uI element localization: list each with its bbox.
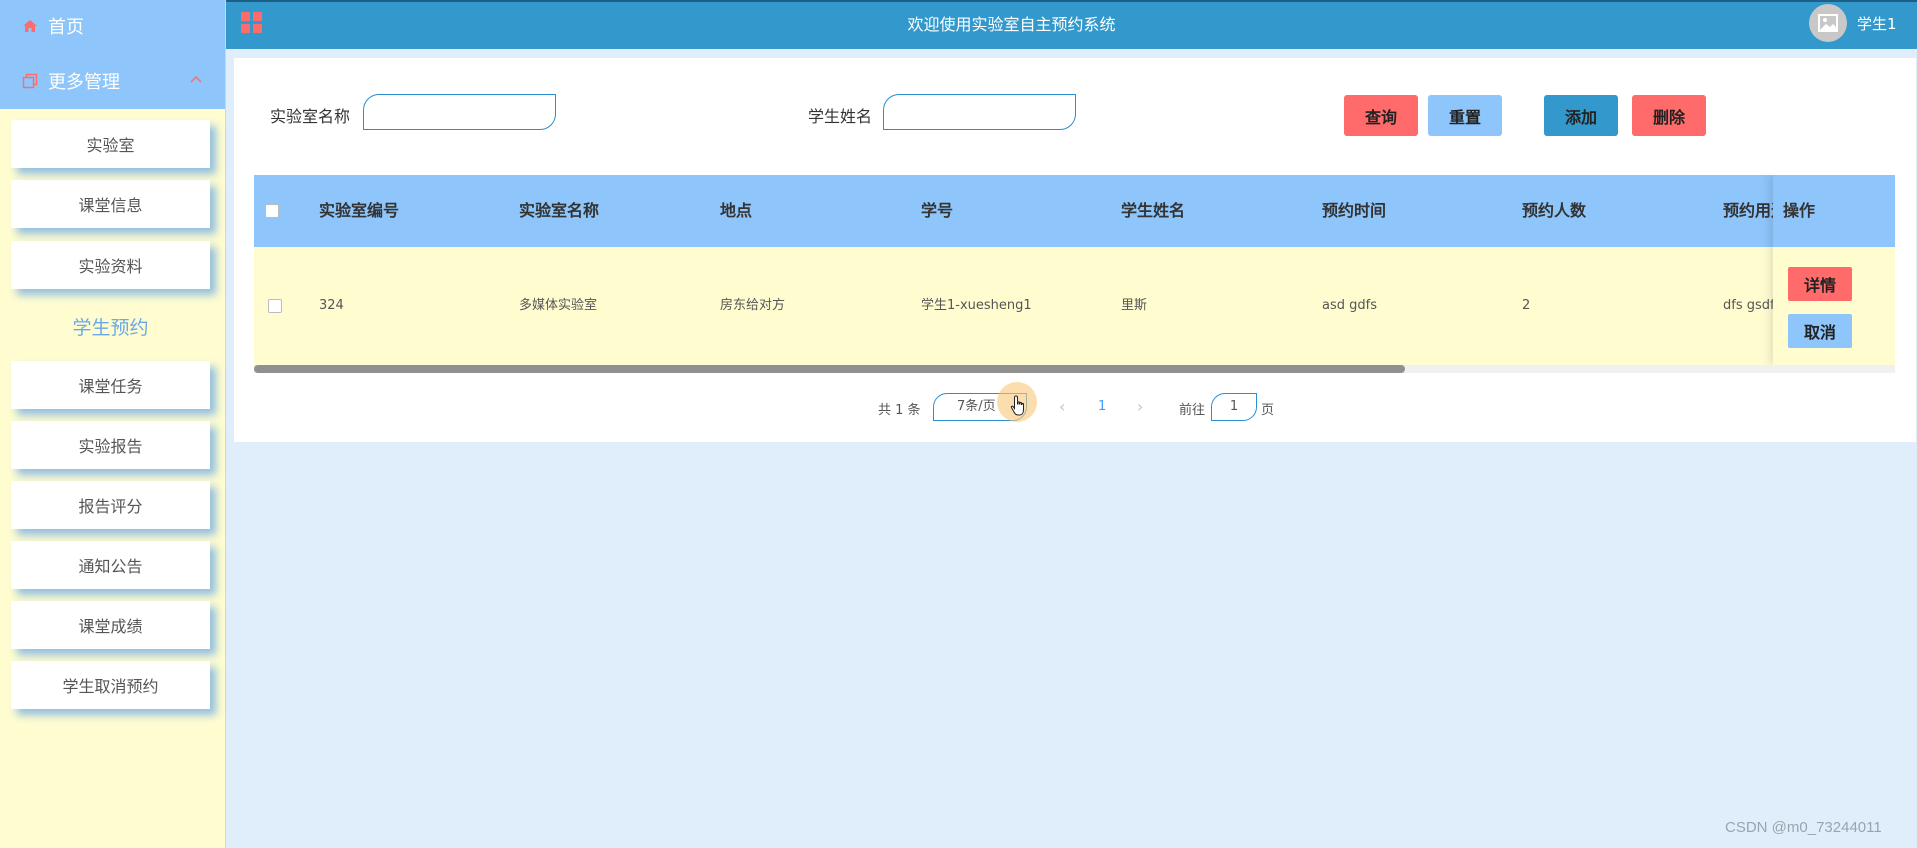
sidebar-item-label: 实验资料	[78, 257, 143, 276]
cell-location: 房东给对方	[720, 298, 786, 313]
sidebar-item-student-booking[interactable]: 学生预约	[11, 302, 210, 350]
goto-page-input[interactable]: 1	[1211, 393, 1257, 421]
sidebar-item-more-manage[interactable]: 更多管理	[0, 61, 225, 101]
sidebar-home-label: 首页	[48, 17, 84, 38]
cell-lab-name: 多媒体实验室	[519, 298, 598, 313]
sidebar-item-label: 通知公告	[78, 557, 143, 576]
lab-name-label: 实验室名称	[270, 107, 351, 126]
sidebar-item-label: 实验室	[86, 136, 135, 155]
column-header: 预约时间	[1322, 201, 1387, 220]
sidebar-item-label: 课堂信息	[78, 196, 143, 215]
sidebar-item-notices[interactable]: 通知公告	[11, 541, 210, 589]
operation-cell: 详情 取消	[1773, 247, 1895, 365]
sidebar: 首页 更多管理 实验室 课堂信息 实验资料 学生预约 课堂任务 实验报告 报告评…	[0, 0, 226, 848]
column-header: 学号	[921, 201, 954, 220]
home-icon	[22, 18, 46, 34]
booking-table: 实验室编号 实验室名称 地点 学号 学生姓名 预约时间 预约人数 预约用途 32…	[254, 175, 1895, 375]
column-header: 实验室名称	[519, 201, 600, 220]
main-panel: 实验室名称 学生姓名 查询 重置 添加 删除 实验室编号 实验室名称 地点 学号…	[234, 58, 1916, 442]
cell-count: 2	[1522, 298, 1531, 313]
column-header: 地点	[720, 201, 753, 220]
row-checkbox[interactable]	[268, 299, 282, 313]
sidebar-item-cancel-booking[interactable]: 学生取消预约	[11, 661, 210, 709]
operation-header: 操作	[1773, 175, 1895, 247]
column-header: 预约人数	[1522, 201, 1587, 220]
hand-cursor-icon	[1010, 395, 1028, 421]
page-title: 欢迎使用实验室自主预约系统	[907, 15, 1116, 34]
sidebar-item-report-grading[interactable]: 报告评分	[11, 481, 210, 529]
sidebar-item-label: 学生预约	[72, 316, 149, 339]
select-all-checkbox[interactable]	[265, 204, 279, 218]
sidebar-item-class-tasks[interactable]: 课堂任务	[11, 361, 210, 409]
sidebar-item-lab-reports[interactable]: 实验报告	[11, 421, 210, 469]
prev-page-icon[interactable]: ‹	[1059, 397, 1065, 416]
sidebar-item-label: 报告评分	[78, 497, 143, 516]
horizontal-scrollbar[interactable]	[254, 365, 1405, 373]
avatar[interactable]	[1809, 4, 1847, 42]
column-header: 学生姓名	[1121, 201, 1186, 220]
sidebar-item-class-info[interactable]: 课堂信息	[11, 180, 210, 228]
sidebar-item-label: 实验报告	[78, 437, 143, 456]
column-header: 操作	[1783, 201, 1816, 220]
cell-lab-no: 324	[319, 298, 344, 313]
cell-student-id: 学生1-xuesheng1	[921, 298, 1032, 313]
detail-button[interactable]: 详情	[1788, 267, 1852, 301]
next-page-icon[interactable]: ›	[1137, 397, 1143, 416]
reset-button[interactable]: 重置	[1428, 95, 1502, 136]
pagination: 共 1 条 7条/页 ‹ 1 › 前往 1 页	[234, 382, 1916, 423]
delete-button[interactable]: 删除	[1632, 95, 1706, 136]
sidebar-item-lab[interactable]: 实验室	[11, 120, 210, 168]
page-suffix: 页	[1261, 403, 1275, 418]
sidebar-item-label: 课堂成绩	[78, 617, 143, 636]
table-row[interactable]: 324 多媒体实验室 房东给对方 学生1-xuesheng1 里斯 asd gd…	[254, 247, 1895, 365]
sidebar-item-label: 课堂任务	[78, 377, 143, 396]
copy-icon	[22, 73, 46, 89]
operation-column: 操作 详情 取消	[1773, 175, 1895, 365]
chevron-up-icon	[189, 71, 203, 92]
cell-purpose: dfs gsdf	[1723, 298, 1775, 313]
goto-label: 前往	[1179, 403, 1206, 418]
cancel-button[interactable]: 取消	[1788, 314, 1852, 348]
user-name[interactable]: 学生1	[1857, 2, 1897, 47]
page-number[interactable]: 1	[1098, 399, 1106, 414]
lab-name-input[interactable]	[363, 94, 556, 130]
query-button[interactable]: 查询	[1344, 95, 1418, 136]
sidebar-item-home[interactable]: 首页	[0, 6, 225, 46]
top-bar: 欢迎使用实验室自主预约系统 学生1	[226, 0, 1917, 49]
cell-student-name: 里斯	[1121, 298, 1148, 313]
sidebar-item-label: 学生取消预约	[62, 677, 159, 696]
table-header: 实验室编号 实验室名称 地点 学号 学生姓名 预约时间 预约人数 预约用途	[254, 175, 1895, 247]
column-header: 实验室编号	[319, 201, 400, 220]
student-name-input[interactable]	[883, 94, 1076, 130]
watermark: CSDN @m0_73244011	[1725, 819, 1882, 836]
cell-booking-time: asd gdfs	[1322, 298, 1377, 313]
image-icon	[1818, 14, 1838, 32]
add-button[interactable]: 添加	[1544, 95, 1618, 136]
total-count: 共 1 条	[878, 403, 921, 418]
sidebar-item-class-scores[interactable]: 课堂成绩	[11, 601, 210, 649]
sidebar-header: 首页 更多管理	[0, 0, 225, 109]
student-name-label: 学生姓名	[808, 107, 873, 126]
sidebar-item-lab-materials[interactable]: 实验资料	[11, 241, 210, 289]
sidebar-manage-label: 更多管理	[48, 72, 120, 93]
